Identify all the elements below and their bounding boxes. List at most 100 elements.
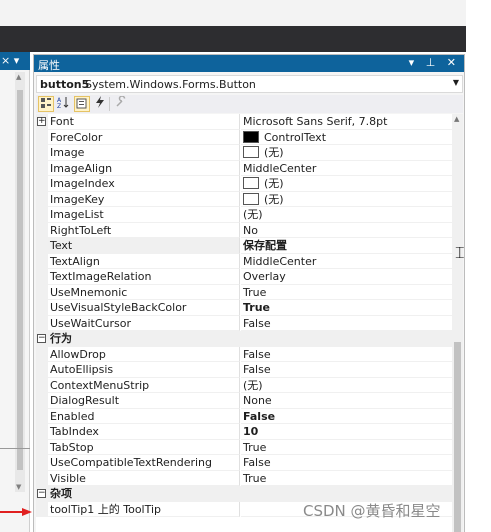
property-name[interactable]: Enabled [48,408,240,424]
property-grid-scroll-thumb[interactable] [454,342,461,532]
scroll-up-arrow-icon[interactable]: ▲ [16,73,21,81]
property-row[interactable]: AllowDrop False [36,346,452,362]
property-value-cell[interactable]: True [241,285,452,300]
property-row[interactable]: ImageList (无) [36,207,452,223]
property-row[interactable]: DialogResult None [36,393,452,409]
object-selector[interactable]: button5 System.Windows.Forms.Button ▼ [36,75,463,93]
categorized-icon[interactable] [38,96,54,112]
property-row[interactable]: UseMnemonic True [36,284,452,300]
property-name[interactable]: UseWaitCursor [48,315,240,331]
property-value-cell[interactable]: (无) [241,145,452,161]
title-bar-buttons[interactable]: ▾ ⊥ ✕ [409,56,460,69]
property-name[interactable]: ImageIndex [48,176,240,192]
property-name[interactable]: Font [48,114,240,130]
property-name[interactable]: ContextMenuStrip [48,377,240,393]
property-row[interactable]: Enabled False [36,408,452,424]
property-value-cell[interactable]: False [241,316,452,331]
collapse-minus-icon[interactable]: − [37,334,46,343]
property-name[interactable]: ForeColor [48,129,240,145]
property-name[interactable]: AutoEllipsis [48,362,240,378]
property-value-cell[interactable]: (无) [241,207,452,223]
property-name[interactable]: TextImageRelation [48,269,240,285]
left-panel-scroll-thumb[interactable] [17,90,23,470]
property-row[interactable]: ImageIndex (无) [36,176,452,192]
property-value-cell[interactable]: True [241,471,452,486]
property-value: True [243,301,271,314]
property-name[interactable]: TabIndex [48,424,240,440]
property-name[interactable]: TabStop [48,439,240,455]
property-name[interactable]: Visible [48,470,240,486]
property-row[interactable]: RightToLeft No [36,222,452,238]
property-value-cell[interactable]: No [241,223,452,238]
property-row[interactable]: ImageAlign MiddleCenter [36,160,452,176]
property-name[interactable]: toolTip1 上的 ToolTip [48,501,240,517]
property-name[interactable]: AllowDrop [48,346,240,362]
property-value-cell[interactable]: (无) [241,192,452,207]
property-row[interactable]: UseWaitCursor False [36,315,452,331]
property-name[interactable]: Image [48,145,240,161]
row-gutter [36,377,48,393]
property-name[interactable]: UseMnemonic [48,284,240,300]
property-value-cell[interactable]: Microsoft Sans Serif, 7.8pt [241,114,452,130]
property-value-cell[interactable]: Overlay [241,269,452,285]
category-label: 行为 [50,332,72,345]
property-value: (无) [264,177,284,190]
property-row[interactable]: UseVisualStyleBackColor True [36,300,452,316]
expand-plus-icon[interactable]: + [37,117,46,126]
row-gutter [36,129,48,145]
collapse-minus-icon[interactable]: − [37,489,46,498]
property-value-cell[interactable]: 保存配置 [241,238,452,254]
left-panel-scrollbar[interactable]: ▲ ▼ [15,72,25,492]
property-value-cell[interactable]: MiddleCenter [241,254,452,269]
property-value: (无) [243,378,263,392]
property-name[interactable]: ImageList [48,207,240,223]
property-grid-scrollbar[interactable]: ▲ [452,114,463,532]
property-value-cell[interactable]: MiddleCenter [241,161,452,176]
left-panel-header-buttons[interactable]: × ▾ [1,54,19,67]
property-name[interactable]: RightToLeft [48,222,240,238]
property-row[interactable]: TextImageRelation Overlay [36,269,452,285]
property-value-cell[interactable]: False [241,455,452,471]
property-row[interactable]: ContextMenuStrip (无) [36,377,452,393]
property-value-cell[interactable]: True [241,300,452,316]
property-row[interactable]: + Font Microsoft Sans Serif, 7.8pt [36,114,452,130]
property-value-cell[interactable]: (无) [241,378,452,393]
property-value-cell[interactable]: (无) [241,176,452,192]
property-name[interactable]: UseCompatibleTextRendering [48,455,240,471]
left-panel-divider [0,448,30,449]
scroll-down-arrow-icon[interactable]: ▼ [16,483,21,491]
property-value-cell[interactable]: False [241,409,452,424]
property-value-cell[interactable]: None [241,393,452,409]
scroll-up-arrow-icon[interactable]: ▲ [454,115,459,123]
properties-icon[interactable] [74,96,90,112]
property-name[interactable]: ImageAlign [48,160,240,176]
property-name[interactable]: TextAlign [48,253,240,269]
property-row[interactable]: Image (无) [36,145,452,161]
property-value-cell[interactable]: False [241,347,452,362]
property-row[interactable]: AutoEllipsis False [36,362,452,378]
category-header[interactable]: − 行为 [36,331,452,347]
property-name[interactable]: DialogResult [48,393,240,409]
chevron-down-icon[interactable]: ▼ [453,78,459,87]
property-row[interactable]: Text 保存配置 [36,238,452,254]
property-value-cell[interactable]: False [241,362,452,378]
property-row[interactable]: ImageKey (无) [36,191,452,207]
property-value-cell[interactable]: 10 [241,424,452,440]
wrench-icon[interactable] [113,95,129,112]
object-type: System.Windows.Forms.Button [85,78,256,91]
property-name[interactable]: UseVisualStyleBackColor [48,300,240,316]
property-name[interactable]: ImageKey [48,191,240,207]
property-row[interactable]: ForeColor ControlText [36,129,452,145]
property-row[interactable]: TabStop True [36,439,452,455]
property-value-cell[interactable]: ControlText [241,130,452,145]
property-row[interactable]: TabIndex 10 [36,424,452,440]
property-name[interactable]: Text [48,238,240,254]
property-row[interactable]: UseCompatibleTextRendering False [36,455,452,471]
alphabetical-icon[interactable]: AZ [55,96,71,112]
property-row[interactable]: TextAlign MiddleCenter [36,253,452,269]
property-row[interactable]: Visible True [36,470,452,486]
row-gutter [36,393,48,409]
lightning-icon[interactable] [92,96,108,112]
property-value-cell[interactable]: True [241,440,452,455]
property-value: (无) [264,192,284,206]
